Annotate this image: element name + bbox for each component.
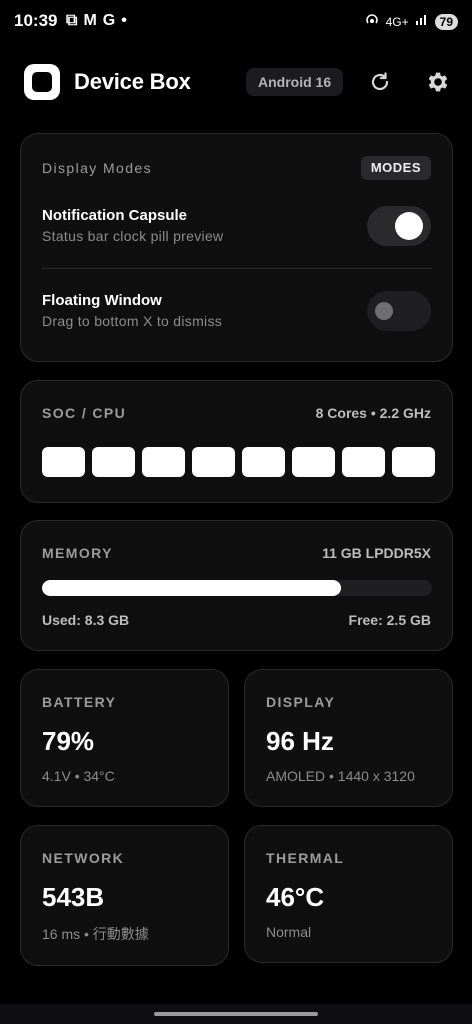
modes-badge[interactable]: MODES (360, 156, 431, 180)
app-logo (24, 64, 60, 100)
memory-meta: 11 GB LPDDR5X (322, 545, 431, 561)
display-value: 96 Hz (266, 726, 334, 756)
divider (42, 268, 432, 269)
toggle-knob (375, 302, 393, 320)
cpu-core-7 (342, 447, 385, 477)
cpu-core-2 (92, 447, 135, 477)
memory-card: MEMORY 11 GB LPDDR5X Used: 8.3 GB Free: … (20, 520, 453, 651)
cpu-cores (42, 447, 435, 477)
display-label: DISPLAY (266, 694, 336, 710)
network-label: NETWORK (42, 850, 125, 866)
hotspot-icon (364, 11, 380, 32)
battery-value: 79% (42, 726, 95, 756)
refresh-icon (371, 72, 389, 91)
memory-free: Free: 2.5 GB (348, 612, 431, 628)
battery-indicator: 79 (434, 13, 458, 30)
system-icons: 4G+ 79 (364, 11, 458, 32)
notification-capsule-toggle[interactable] (367, 206, 431, 246)
soc-label: SOC / CPU (42, 405, 127, 421)
mcdonalds-icon: M (83, 12, 97, 29)
signal-icon (415, 12, 429, 31)
app-title: Device Box (74, 69, 191, 94)
floating-window-toggle[interactable] (367, 291, 431, 331)
refresh-button[interactable] (366, 68, 394, 96)
status-bar: 10:39 ⧉ M G • 4G+ 79 (0, 0, 472, 44)
more-notifications-dot-icon: • (121, 12, 127, 29)
android-version-badge: Android 16 (246, 68, 344, 96)
memory-usage-bar (42, 580, 432, 596)
cpu-core-6 (292, 447, 335, 477)
network-sub: 16 ms • 行動數據 (42, 926, 149, 942)
screenshot-icon: ⧉ (66, 12, 78, 29)
thermal-label: THERMAL (266, 850, 345, 866)
network-type-label: 4G+ (385, 14, 409, 29)
battery-sub: 4.1V • 34°C (42, 768, 115, 784)
cpu-core-8 (392, 447, 435, 477)
thermal-sub: Normal (266, 924, 312, 940)
cpu-core-1 (42, 447, 85, 477)
gear-icon (428, 72, 448, 92)
cpu-core-5 (242, 447, 285, 477)
memory-usage-fill (42, 580, 342, 596)
soc-meta: 8 Cores • 2.2 GHz (315, 405, 431, 421)
toggle-knob (395, 212, 423, 240)
battery-card: BATTERY 79% 4.1V • 34°C (20, 669, 229, 807)
network-value: 543B (42, 882, 105, 912)
navigation-bar (0, 1004, 472, 1024)
display-modes-title: Display Modes (42, 160, 153, 176)
app-header: Device Box Android 16 (0, 58, 472, 106)
battery-label: BATTERY (42, 694, 117, 710)
display-card: DISPLAY 96 Hz AMOLED • 1440 x 3120 (244, 669, 453, 807)
display-sub: AMOLED • 1440 x 3120 (266, 768, 415, 784)
display-modes-card: Display Modes MODES Notification Capsule… (20, 133, 453, 362)
thermal-card: THERMAL 46°C Normal (244, 825, 453, 963)
cpu-core-3 (142, 447, 185, 477)
settings-button[interactable] (424, 68, 452, 96)
memory-label: MEMORY (42, 545, 113, 561)
memory-used: Used: 8.3 GB (42, 612, 130, 628)
google-icon: G (102, 12, 116, 29)
soc-cpu-card: SOC / CPU 8 Cores • 2.2 GHz (20, 380, 453, 503)
gesture-handle[interactable] (154, 1012, 318, 1016)
cpu-core-4 (192, 447, 235, 477)
status-time: 10:39 (14, 11, 58, 30)
network-card: NETWORK 543B 16 ms • 行動數據 (20, 825, 229, 966)
thermal-value: 46°C (266, 882, 325, 912)
notification-icons: ⧉ M G • (66, 12, 127, 30)
